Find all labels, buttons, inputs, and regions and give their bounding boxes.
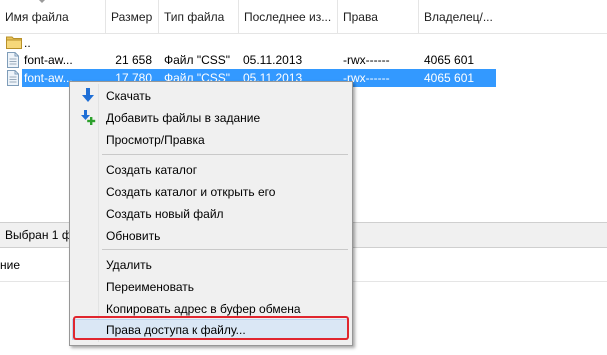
column-header-size[interactable]: Размер	[105, 0, 157, 33]
column-header-filename[interactable]: Имя файла	[0, 0, 80, 33]
column-header-label: Имя файла	[5, 10, 69, 24]
menu-item-download[interactable]: Скачать	[72, 85, 348, 106]
menu-item-label: Создать новый файл	[106, 207, 224, 221]
menu-item-label: Обновить	[106, 229, 161, 243]
column-header-label: Права	[343, 10, 378, 24]
menu-item-create-folder-and-open[interactable]: Создать каталог и открыть его	[72, 181, 348, 202]
annotation-highlight-box	[73, 316, 349, 340]
column-header-label: Владелец/...	[424, 10, 493, 24]
file-list-header: Имя файла Размер Тип файла Последнее из.…	[0, 0, 607, 34]
file-name: font-aw...	[24, 71, 73, 85]
file-type: Файл "CSS"	[164, 53, 231, 67]
column-header-owner[interactable]: Владелец/...	[418, 0, 498, 33]
column-header-type[interactable]: Тип файла	[158, 0, 238, 33]
menu-item-view-edit[interactable]: Просмотр/Правка	[72, 129, 348, 150]
menu-separator	[102, 154, 348, 155]
menu-item-label: Просмотр/Правка	[106, 133, 205, 147]
context-menu: Скачать Добавить файлы в задание Просмот…	[69, 81, 353, 346]
status-text: Выбран 1 фа	[5, 228, 79, 242]
menu-item-delete[interactable]: Удалить	[72, 254, 348, 275]
folder-icon	[6, 36, 22, 49]
file-icon	[7, 70, 19, 86]
queue-column-header[interactable]: ние	[0, 248, 20, 282]
column-header-label: Размер	[111, 10, 153, 24]
menu-item-label: Добавить файлы в задание	[106, 111, 261, 125]
menu-item-label: Скачать	[106, 89, 151, 103]
file-owner: 4065 601	[424, 53, 475, 67]
file-icon	[7, 52, 19, 68]
file-name: font-aw...	[24, 53, 73, 67]
file-size: 21 658	[115, 53, 152, 67]
menu-item-label: Создать каталог	[106, 163, 198, 177]
file-owner: 4065 601	[424, 71, 475, 85]
file-row[interactable]: font-aw... 21 658 Файл "CSS" 05.11.2013 …	[0, 51, 607, 69]
menu-item-add-to-queue[interactable]: Добавить файлы в задание	[72, 107, 348, 128]
menu-item-label: Удалить	[106, 258, 152, 272]
file-permissions: -rwx------	[343, 53, 390, 67]
file-name: ..	[24, 36, 31, 50]
column-header-label: Тип файла	[164, 10, 225, 24]
menu-item-refresh[interactable]: Обновить	[72, 225, 348, 246]
column-header-permissions[interactable]: Права	[337, 0, 418, 33]
menu-item-label: Переименовать	[106, 280, 194, 294]
menu-item-create-folder[interactable]: Создать каталог	[72, 159, 348, 180]
add-to-queue-icon	[81, 110, 96, 125]
column-header-label: Последнее из...	[244, 10, 332, 24]
column-header-modified[interactable]: Последнее из...	[238, 0, 337, 33]
file-modified: 05.11.2013	[243, 53, 303, 67]
menu-separator	[102, 249, 348, 250]
menu-item-label: Создать каталог и открыть его	[106, 185, 276, 199]
menu-item-create-file[interactable]: Создать новый файл	[72, 203, 348, 224]
download-arrow-icon	[82, 88, 94, 102]
sort-arrow-icon	[38, 0, 46, 3]
menu-item-rename[interactable]: Переименовать	[72, 276, 348, 297]
file-row-parent-folder[interactable]: ..	[0, 34, 607, 52]
